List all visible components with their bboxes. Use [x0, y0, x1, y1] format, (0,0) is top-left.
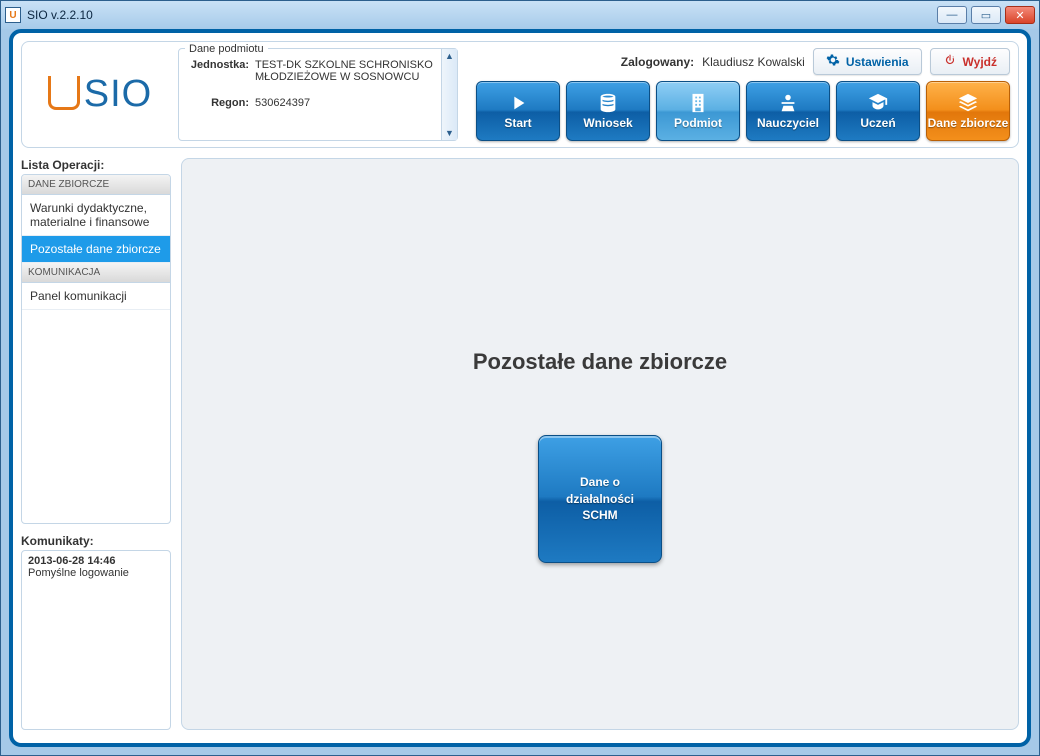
window-controls: — ▭ ✕ [937, 6, 1035, 24]
app-window: U SIO v.2.2.10 — ▭ ✕ SIO Dane podmiotu J… [0, 0, 1040, 756]
nav-wniosek-label: Wniosek [583, 116, 632, 130]
tile-dane-dzialalnosci-schm[interactable]: Dane o działalności SCHM [538, 435, 662, 563]
nav-podmiot[interactable]: Podmiot [656, 81, 740, 141]
entity-panel-title: Dane podmiotu [185, 43, 268, 55]
nav-dane-zbiorcze[interactable]: Dane zbiorcze [926, 81, 1010, 141]
maximize-button[interactable]: ▭ [971, 6, 1001, 24]
top-right-row: Zalogowany: Klaudiusz Kowalski Ustawieni… [466, 48, 1010, 75]
window-title: SIO v.2.2.10 [27, 8, 93, 22]
messages-box: 2013-06-28 14:46 Pomyślne logowanie [21, 550, 171, 730]
logo-shield-icon [48, 76, 80, 110]
entity-unit-label: Jednostka: [185, 59, 255, 83]
ops-item-panel-komunikacji[interactable]: Panel komunikacji [22, 283, 170, 310]
tile-label: Dane o działalności SCHM [547, 474, 653, 524]
ops-section-komunikacja: KOMUNIKACJA [22, 263, 170, 283]
ops-item-pozostale[interactable]: Pozostałe dane zbiorcze [22, 236, 170, 263]
ops-item-warunki[interactable]: Warunki dydaktyczne, materialne i finans… [22, 195, 170, 236]
titlebar: U SIO v.2.2.10 — ▭ ✕ [1, 1, 1039, 29]
header-right: Zalogowany: Klaudiusz Kowalski Ustawieni… [466, 48, 1010, 141]
nav-start[interactable]: Start [476, 81, 560, 141]
play-icon [506, 92, 530, 114]
ops-list: DANE ZBIORCZE Warunki dydaktyczne, mater… [21, 174, 171, 524]
ops-section-dane-zbiorcze: DANE ZBIORCZE [22, 175, 170, 195]
nav-uczen-label: Uczeń [860, 116, 895, 130]
client-area: SIO Dane podmiotu Jednostka: TEST-DK SZK… [9, 29, 1031, 747]
database-icon [596, 92, 620, 114]
power-icon [943, 53, 957, 70]
main-heading: Pozostałe dane zbiorcze [473, 349, 727, 375]
messages-block: Komunikaty: 2013-06-28 14:46 Pomyślne lo… [21, 534, 171, 730]
nav-wniosek[interactable]: Wniosek [566, 81, 650, 141]
nav-nauczyciel-label: Nauczyciel [757, 116, 819, 130]
entity-info-panel: Dane podmiotu Jednostka: TEST-DK SZKOLNE… [178, 48, 458, 141]
settings-label: Ustawienia [846, 55, 909, 69]
logged-in-user: Klaudiusz Kowalski [702, 55, 805, 69]
minimize-button[interactable]: — [937, 6, 967, 24]
close-button[interactable]: ✕ [1005, 6, 1035, 24]
settings-button[interactable]: Ustawienia [813, 48, 922, 75]
scroll-up-icon[interactable]: ▲ [445, 51, 454, 61]
nav-dane-zbiorcze-label: Dane zbiorcze [928, 116, 1009, 130]
entity-regon-value: 530624397 [255, 97, 451, 109]
body-row: Lista Operacji: DANE ZBIORCZE Warunki dy… [21, 158, 1019, 730]
entity-unit-value: TEST-DK SZKOLNE SCHRONISKO MŁODZIEŻOWE W… [255, 59, 451, 83]
ops-title: Lista Operacji: [21, 158, 171, 172]
nav-bar: Start Wniosek Podmiot Nauczyciel [466, 81, 1010, 141]
building-icon [686, 92, 710, 114]
ops-block: Lista Operacji: DANE ZBIORCZE Warunki dy… [21, 158, 171, 524]
message-text: Pomyślne logowanie [28, 567, 164, 579]
main-panel: Pozostałe dane zbiorcze Dane o działalno… [181, 158, 1019, 730]
header-panel: SIO Dane podmiotu Jednostka: TEST-DK SZK… [21, 41, 1019, 148]
logged-in-label: Zalogowany: [621, 55, 694, 69]
logo: SIO [30, 48, 170, 141]
messages-title: Komunikaty: [21, 534, 171, 548]
app-icon: U [5, 7, 21, 23]
exit-button[interactable]: Wyjdź [930, 48, 1010, 75]
message-time: 2013-06-28 14:46 [28, 555, 164, 567]
entity-scrollbar[interactable]: ▲ ▼ [441, 49, 457, 140]
nav-nauczyciel[interactable]: Nauczyciel [746, 81, 830, 141]
teacher-icon [776, 92, 800, 114]
layers-icon [956, 92, 980, 114]
entity-regon-label: Regon: [185, 97, 255, 109]
exit-label: Wyjdź [963, 55, 997, 69]
student-icon [866, 92, 890, 114]
nav-start-label: Start [504, 116, 531, 130]
gear-icon [826, 53, 840, 70]
scroll-down-icon[interactable]: ▼ [445, 128, 454, 138]
left-column: Lista Operacji: DANE ZBIORCZE Warunki dy… [21, 158, 171, 730]
logo-text: SIO [84, 73, 152, 116]
nav-podmiot-label: Podmiot [674, 116, 722, 130]
nav-uczen[interactable]: Uczeń [836, 81, 920, 141]
